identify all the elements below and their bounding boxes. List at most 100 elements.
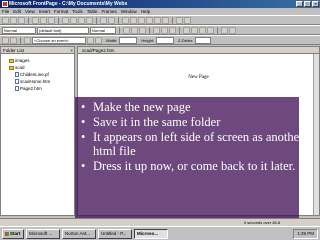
windows-logo-icon xyxy=(5,231,9,236)
formatting-toolbar: Normal (default font) Normal xyxy=(0,25,320,35)
zorder-label: Z-Order: xyxy=(178,37,194,43)
tree-item-label: ChildenLine.pf xyxy=(20,72,49,77)
window-controls: _ □ × xyxy=(296,1,319,7)
page-heading: New Page xyxy=(188,75,209,80)
print-button[interactable] xyxy=(32,16,39,24)
tree-item-label: Page2.htm xyxy=(20,86,42,91)
bold-button[interactable] xyxy=(123,26,130,34)
bullets-button[interactable] xyxy=(191,26,198,34)
menu-tools[interactable]: Tools xyxy=(72,8,83,15)
system-tray-clock[interactable]: 1:39 PM xyxy=(293,229,318,239)
open-button[interactable] xyxy=(10,16,17,24)
help-button[interactable] xyxy=(184,16,191,24)
folder-list-pane: Folder List × images scad ChildenLine.pf… xyxy=(0,46,75,216)
hyperlink-button[interactable] xyxy=(146,16,153,24)
cut-button[interactable] xyxy=(62,16,69,24)
toolbar-separator xyxy=(118,16,119,24)
tree-item-childenline[interactable]: ChildenLine.pf xyxy=(15,72,49,77)
apply-button[interactable] xyxy=(87,36,94,44)
menu-file[interactable]: File xyxy=(2,8,9,15)
menu-help[interactable]: Help xyxy=(141,8,150,15)
folder-list-header: Folder List × xyxy=(1,47,74,54)
stop-button[interactable] xyxy=(162,16,169,24)
position-button[interactable] xyxy=(2,36,9,44)
align-right-button[interactable] xyxy=(169,26,176,34)
height-field[interactable] xyxy=(156,36,175,44)
toolbar-separator xyxy=(149,26,150,34)
menu-insert[interactable]: Insert xyxy=(39,8,50,15)
insert-table-button[interactable] xyxy=(130,16,137,24)
highlight-button[interactable] xyxy=(221,26,228,34)
menu-view[interactable]: View xyxy=(25,8,35,15)
status-bar: 0 seconds over 28.8 xyxy=(0,218,320,226)
menu-format[interactable]: Format xyxy=(54,8,68,15)
zorder-field[interactable] xyxy=(195,36,212,44)
choose-settings-button[interactable] xyxy=(95,36,102,44)
redo-button[interactable] xyxy=(108,16,115,24)
preview-button[interactable] xyxy=(40,16,47,24)
start-button[interactable]: Start xyxy=(2,228,24,239)
download-time-status: 0 seconds over 28.8 xyxy=(243,220,280,225)
tree-item-page2[interactable]: Page2.htm xyxy=(15,86,42,91)
font-select[interactable]: (default font) xyxy=(37,26,89,34)
window-titlebar[interactable]: Microsoft FrontPage - C:\My Documents\My… xyxy=(0,0,320,8)
show-all-button[interactable] xyxy=(176,16,183,24)
taskbar-item-norton[interactable]: Norton Ant... xyxy=(62,228,96,239)
folder-list-title: Folder List xyxy=(3,48,25,53)
taskbar-item-microsoft-active[interactable]: Microso... xyxy=(134,228,168,239)
menu-edit[interactable]: Edit xyxy=(13,8,21,15)
underline-button[interactable] xyxy=(139,26,146,34)
spelling-button[interactable] xyxy=(48,16,55,24)
increase-indent-button[interactable] xyxy=(207,26,214,34)
taskbar-item-untitled[interactable]: Untitled - P... xyxy=(98,228,132,239)
toolbar-separator xyxy=(58,16,59,24)
decrease-indent-button[interactable] xyxy=(199,26,206,34)
start-label: Start xyxy=(10,230,21,236)
tree-item-label: scadHome.htm xyxy=(20,79,51,84)
event-select[interactable]: <Choose an event> xyxy=(32,36,86,44)
paste-button[interactable] xyxy=(78,16,85,24)
taskbar-item-microsoft[interactable]: Microsoft ... xyxy=(26,228,60,239)
bullet-item: It appears on left side of screen as ano… xyxy=(81,130,306,158)
align-center-button[interactable] xyxy=(161,26,168,34)
slide-bullet-list: Make the new page Save it in the same fo… xyxy=(81,100,306,174)
menu-table[interactable]: Table xyxy=(87,8,98,15)
italic-button[interactable] xyxy=(131,26,138,34)
dhtml-toolbar: <Choose an event> Width: Height: Z-Order… xyxy=(0,35,320,45)
menu-frames[interactable]: Frames xyxy=(102,8,117,15)
tree-item-label: scad xyxy=(15,65,25,70)
align-left-button[interactable] xyxy=(153,26,160,34)
save-button[interactable] xyxy=(18,16,25,24)
toolbar-separator xyxy=(179,26,180,34)
new-page-button[interactable] xyxy=(2,16,9,24)
close-button[interactable]: × xyxy=(312,1,319,7)
on-button[interactable] xyxy=(24,36,31,44)
undo-button[interactable] xyxy=(100,16,107,24)
tree-item-scadhome[interactable]: scadHome.htm xyxy=(15,79,50,84)
tree-item-images[interactable]: images xyxy=(9,58,30,63)
folder-list-close-icon[interactable]: × xyxy=(70,47,73,54)
minimize-button[interactable]: _ xyxy=(296,1,303,7)
width-label: Width: xyxy=(106,37,118,43)
height-label: Height: xyxy=(141,37,155,43)
font-size-select[interactable]: Normal xyxy=(90,26,116,34)
format-painter-button[interactable] xyxy=(86,16,93,24)
maximize-button[interactable]: □ xyxy=(304,1,311,7)
effects-button[interactable] xyxy=(10,36,17,44)
tree-item-scad[interactable]: scad xyxy=(9,65,25,70)
window-title: Microsoft FrontPage - C:\My Documents\My… xyxy=(9,1,128,7)
editor-vertical-scrollbar[interactable] xyxy=(313,54,319,215)
windows-taskbar: Start Microsoft ... Norton Ant... Untitl… xyxy=(0,226,320,240)
html-page-icon xyxy=(15,86,19,91)
insert-component-button[interactable] xyxy=(122,16,129,24)
insert-picture-button[interactable] xyxy=(138,16,145,24)
editor-tab[interactable]: scad/Page2.htm xyxy=(78,47,319,54)
copy-button[interactable] xyxy=(70,16,77,24)
width-field[interactable] xyxy=(119,36,138,44)
numbering-button[interactable] xyxy=(183,26,190,34)
menu-window[interactable]: Window xyxy=(121,8,137,15)
refresh-button[interactable] xyxy=(154,16,161,24)
bullet-item: Dress it up now, or come back to it late… xyxy=(81,159,306,173)
style-select[interactable]: Normal xyxy=(2,26,36,34)
font-color-button[interactable] xyxy=(229,26,236,34)
